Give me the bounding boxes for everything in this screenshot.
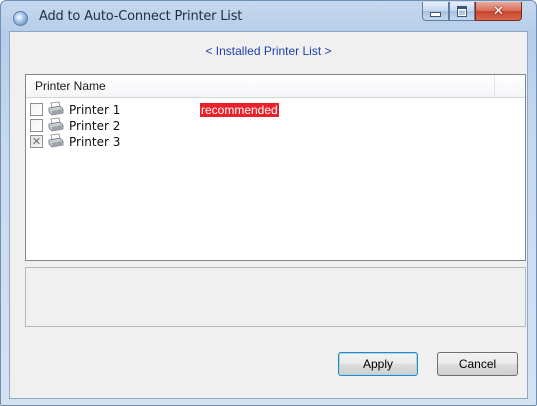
printer-list[interactable]: Printer Name Printer 1 recommended Print… bbox=[25, 74, 526, 261]
printer-name: Printer 3 bbox=[69, 135, 121, 149]
cancel-button[interactable]: Cancel bbox=[437, 352, 518, 376]
apply-button[interactable]: Apply bbox=[338, 352, 418, 376]
printer-icon bbox=[48, 133, 64, 148]
checkmark-icon: ✕ bbox=[31, 135, 42, 148]
printer-icon bbox=[48, 117, 64, 132]
printer-icon bbox=[48, 101, 64, 116]
close-icon: ✕ bbox=[493, 3, 504, 19]
maximize-icon bbox=[457, 5, 467, 17]
list-header: Printer Name bbox=[26, 75, 525, 98]
list-heading: < Installed Printer List > bbox=[205, 44, 332, 58]
printer-checkbox[interactable] bbox=[30, 103, 43, 116]
dialog-window: Add to Auto-Connect Printer List ✕ < Ins… bbox=[0, 0, 537, 406]
details-panel bbox=[25, 267, 526, 327]
list-item[interactable]: Printer 1 recommended bbox=[30, 101, 510, 117]
dialog-body: < Installed Printer List > Printer Name … bbox=[9, 31, 528, 399]
recommended-badge: recommended bbox=[200, 103, 279, 117]
list-item[interactable]: ✕ Printer 3 bbox=[30, 133, 510, 149]
window-title: Add to Auto-Connect Printer List bbox=[39, 9, 243, 24]
printer-checkbox[interactable]: ✕ bbox=[30, 135, 43, 148]
column-header-printer-name[interactable]: Printer Name bbox=[26, 75, 495, 97]
printer-checkbox[interactable] bbox=[30, 119, 43, 132]
list-item[interactable]: Printer 2 bbox=[30, 117, 510, 133]
close-button[interactable]: ✕ bbox=[475, 2, 522, 21]
title-bar[interactable]: Add to Auto-Connect Printer List ✕ bbox=[1, 1, 536, 31]
printer-name: Printer 1 bbox=[69, 103, 121, 117]
maximize-button[interactable] bbox=[449, 2, 475, 21]
minimize-button[interactable] bbox=[422, 2, 449, 21]
app-icon bbox=[13, 11, 28, 26]
printer-name: Printer 2 bbox=[69, 119, 121, 133]
minimize-icon bbox=[430, 11, 441, 17]
